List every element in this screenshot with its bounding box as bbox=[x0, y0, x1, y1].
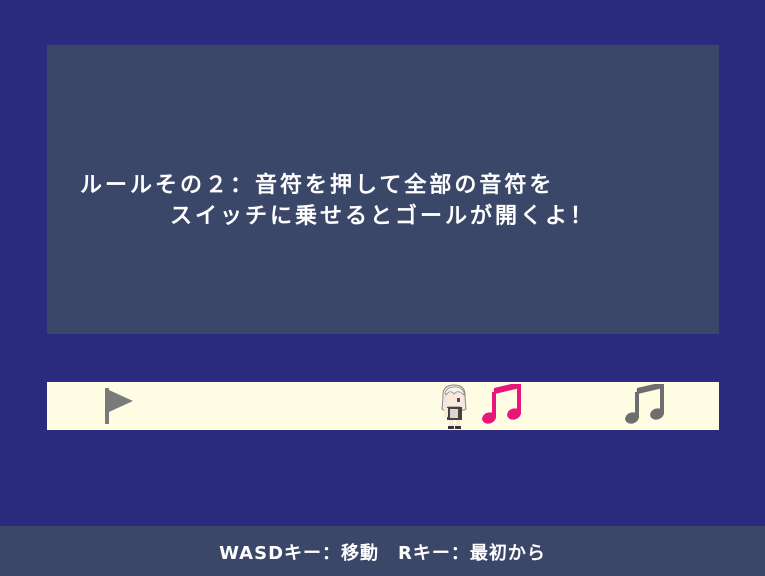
dialog-line-2: スイッチに乗せるとゴールが開くよ！ bbox=[170, 204, 596, 229]
goal-flag-icon bbox=[105, 388, 133, 424]
music-note-switch-icon bbox=[625, 384, 664, 424]
stage-strip bbox=[47, 382, 719, 430]
music-note-pushed-icon bbox=[482, 384, 521, 424]
dialog-message: ルールその２：音符を押して全部の音符を スイッチに乗せるとゴールが開くよ！ bbox=[80, 170, 720, 232]
dialog-line-1: ルールその２：音符を押して全部の音符を bbox=[80, 173, 555, 198]
controls-hint: WASDキー：移動 Rキー：最初から bbox=[219, 543, 546, 564]
player-character bbox=[441, 384, 467, 429]
